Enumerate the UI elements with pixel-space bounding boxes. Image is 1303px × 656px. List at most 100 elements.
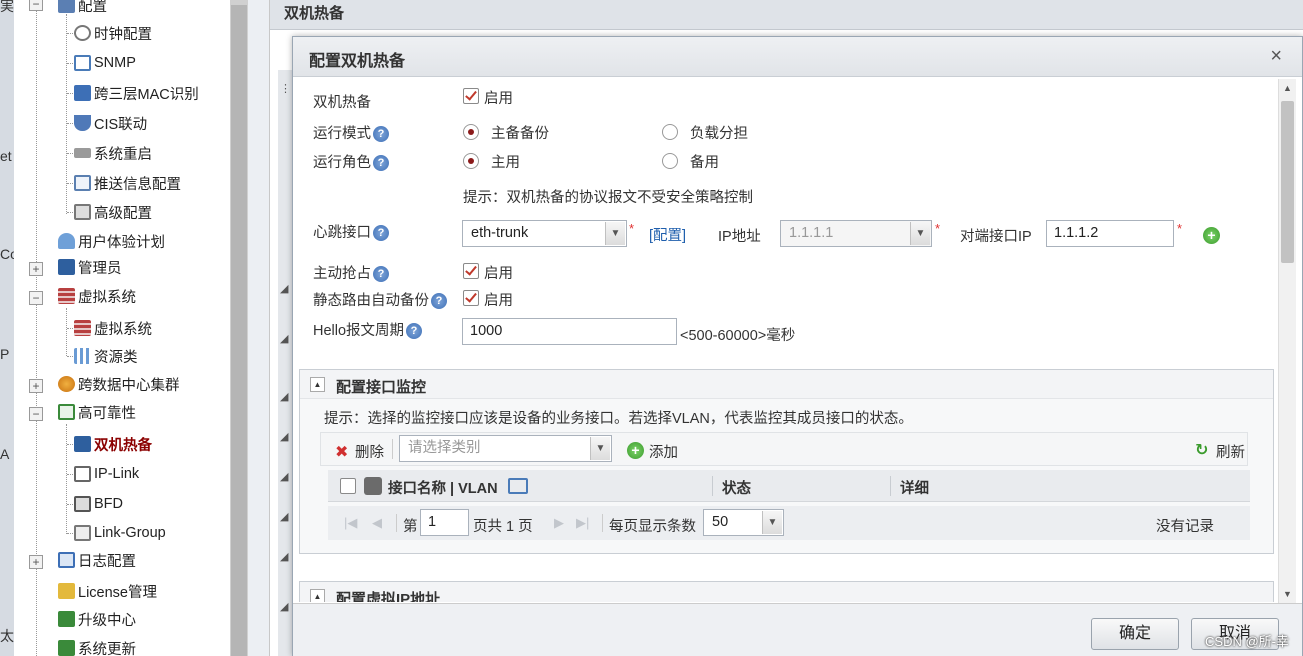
help-icon[interactable]: ? xyxy=(373,266,389,283)
page-number-input[interactable]: 1 xyxy=(420,509,469,536)
sidebar-item-admin[interactable]: 管理员 xyxy=(58,256,122,278)
radio-load-balance-label: 负载分担 xyxy=(690,126,748,142)
close-icon[interactable]: × xyxy=(1270,45,1282,68)
collapse-icon[interactable]: ▲ xyxy=(310,589,325,602)
dialog-scrollbar[interactable]: ▲ ▼ xyxy=(1278,79,1296,603)
sidebar-item-cis[interactable]: CIS联动 xyxy=(74,112,147,134)
next-page-icon[interactable]: ▶ xyxy=(554,515,564,531)
cluster-icon xyxy=(58,376,75,392)
panel-splitter[interactable] xyxy=(248,0,270,656)
sidebar-item-bfd[interactable]: BFD xyxy=(74,493,123,515)
sidebar-item-restart[interactable]: 系统重启 xyxy=(74,142,152,164)
sidebar-item-license[interactable]: License管理 xyxy=(58,580,157,602)
hot-standby-dialog: 配置双机热备 × 双机热备 启用 运行模式? 主备备份 负载分担 运行角色? 主… xyxy=(292,36,1303,656)
last-page-icon[interactable]: ▶| xyxy=(576,515,589,531)
page-size-select[interactable]: 50 ▼ xyxy=(703,509,784,536)
heartbeat-config-link[interactable]: [配置] xyxy=(649,224,686,245)
sidebar-item-resource[interactable]: 资源类 xyxy=(74,345,138,367)
hello-period-input[interactable]: 1000 xyxy=(462,318,677,345)
first-page-icon[interactable]: |◀ xyxy=(344,515,357,531)
sidebar-item-vsys[interactable]: 虚拟系统 xyxy=(58,285,136,307)
section-header[interactable]: ▲ 配置虚拟IP地址 xyxy=(300,582,1273,602)
expand-toggle[interactable]: + xyxy=(29,379,43,393)
sidebar-item-snmp[interactable]: SNMP xyxy=(74,52,136,74)
column-interface[interactable]: 接口名称 | VLAN xyxy=(388,477,498,498)
sidebar-item-ha[interactable]: 高可靠性 xyxy=(58,401,136,423)
hello-period-text: Hello报文周期 xyxy=(313,323,405,339)
collapse-icon[interactable]: ▲ xyxy=(310,377,325,392)
monitor-table-header: 接口名称 | VLAN 状态 详细 xyxy=(328,470,1250,502)
help-icon[interactable]: ? xyxy=(431,293,447,310)
restart-icon xyxy=(74,148,91,158)
refresh-button[interactable]: 刷新 xyxy=(1216,441,1245,462)
category-placeholder: 请选择类别 xyxy=(408,440,481,456)
sidebar-item-log[interactable]: 日志配置 xyxy=(58,549,136,571)
add-button[interactable]: 添加 xyxy=(649,441,678,462)
sidebar-item-label: 系统更新 xyxy=(78,641,136,656)
run-role-label: 运行角色? xyxy=(313,151,389,172)
collapse-arrow-icon: ◢ xyxy=(280,511,289,523)
scroll-down-icon[interactable]: ▼ xyxy=(1283,589,1292,599)
collapse-toggle[interactable]: − xyxy=(29,0,43,11)
edge-glyph: et xyxy=(0,148,12,164)
sidebar-item-config[interactable]: 配置 xyxy=(58,0,107,16)
radio-load-balance[interactable] xyxy=(662,124,678,140)
sidebar-scrollbar[interactable] xyxy=(230,0,248,656)
sidebar-item-cluster[interactable]: 跨数据中心集群 xyxy=(58,373,180,395)
collapse-toggle[interactable]: − xyxy=(29,291,43,305)
monitor-icon xyxy=(74,85,91,101)
refresh-icon[interactable]: ↻ xyxy=(1195,440,1208,460)
ok-button[interactable]: 确定 xyxy=(1091,618,1179,650)
help-icon[interactable]: ? xyxy=(406,323,423,340)
hot-standby-label: 双机热备 xyxy=(313,95,371,111)
help-icon[interactable]: ? xyxy=(373,225,389,242)
sidebar-item-label: 配置 xyxy=(78,0,107,15)
shield-icon xyxy=(74,115,91,131)
heartbeat-interface-select[interactable]: eth-trunk ▼ xyxy=(462,220,627,247)
sidebar-item-vsys-child[interactable]: 虚拟系统 xyxy=(74,317,152,339)
sidebar-item-ux[interactable]: 用户体验计划 xyxy=(58,230,165,252)
scrollbar-thumb[interactable] xyxy=(1281,101,1294,263)
preempt-checkbox[interactable] xyxy=(463,263,479,279)
sidebar-item-label: 虚拟系统 xyxy=(78,289,136,306)
collapse-arrow-icon: ◢ xyxy=(280,283,289,295)
sidebar-item-hot-standby[interactable]: 双机热备 xyxy=(74,433,152,455)
prev-page-icon[interactable]: ◀ xyxy=(372,515,382,531)
sidebar-item-push[interactable]: 推送信息配置 xyxy=(74,172,181,194)
help-icon[interactable]: ? xyxy=(373,155,389,172)
add-heartbeat-icon[interactable]: + xyxy=(1203,227,1220,244)
sidebar-item-update[interactable]: 系统更新 xyxy=(58,637,136,656)
sidebar-item-clock[interactable]: 时钟配置 xyxy=(74,22,152,44)
delete-button[interactable]: 删除 xyxy=(355,441,384,462)
add-icon[interactable]: + xyxy=(627,442,644,459)
collapse-toggle[interactable]: − xyxy=(29,407,43,421)
delete-icon[interactable]: ✖ xyxy=(335,442,348,462)
radio-role-backup[interactable] xyxy=(662,153,678,169)
sidebar-item-advanced[interactable]: 高级配置 xyxy=(74,201,152,223)
peer-ip-input[interactable]: 1.1.1.2 xyxy=(1046,220,1174,247)
sidebar-tree: − 配置 时钟配置 SNMP 跨三层MAC识别 CIS联动 系统重启 推送信息配… xyxy=(14,0,230,656)
help-icon[interactable]: ? xyxy=(373,126,389,143)
hot-standby-checkbox[interactable] xyxy=(463,88,479,104)
scrollbar-thumb[interactable] xyxy=(231,5,247,656)
expand-toggle[interactable]: + xyxy=(29,555,43,569)
sidebar-item-mac[interactable]: 跨三层MAC识别 xyxy=(74,82,199,104)
link-group-icon xyxy=(74,525,91,541)
sidebar-item-upgrade[interactable]: 升级中心 xyxy=(58,608,136,630)
column-detail[interactable]: 详细 xyxy=(900,477,929,498)
expand-toggle[interactable]: + xyxy=(29,262,43,276)
update-icon xyxy=(58,640,75,656)
sidebar-item-label: 虚拟系统 xyxy=(94,321,152,338)
select-all-checkbox[interactable] xyxy=(340,478,356,494)
section-header[interactable]: ▲ 配置接口监控 xyxy=(300,370,1273,399)
scroll-up-icon[interactable]: ▲ xyxy=(1283,83,1292,93)
sidebar-item-link-group[interactable]: Link-Group xyxy=(74,522,166,544)
static-route-checkbox[interactable] xyxy=(463,290,479,306)
radio-role-primary[interactable] xyxy=(463,153,479,169)
radio-active-standby[interactable] xyxy=(463,124,479,140)
preempt-label: 主动抢占? xyxy=(313,262,389,283)
column-status[interactable]: 状态 xyxy=(722,477,751,498)
user-icon xyxy=(58,233,75,249)
sidebar-item-ip-link[interactable]: IP-Link xyxy=(74,463,139,485)
category-select[interactable]: 请选择类别 ▼ xyxy=(399,435,612,462)
